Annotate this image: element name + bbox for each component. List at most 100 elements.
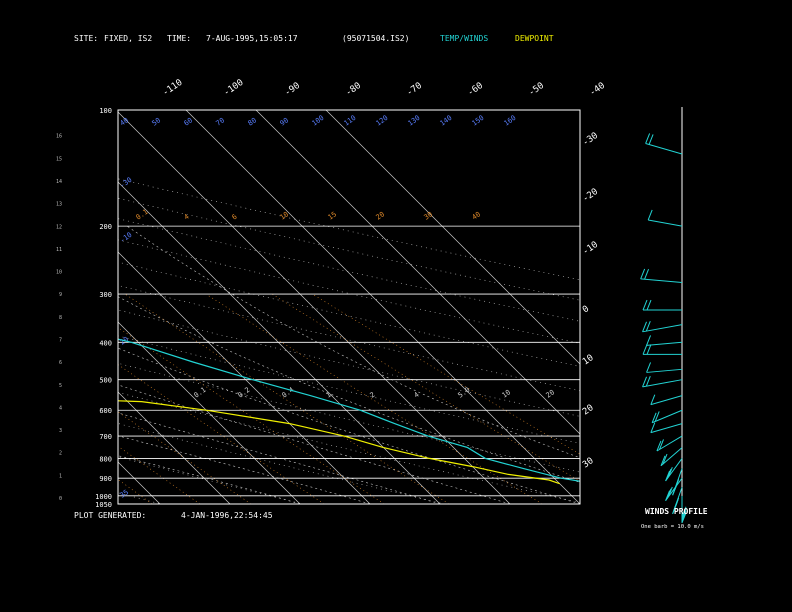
- height-tick-label: 9: [59, 292, 62, 298]
- isotherm-line: [255, 110, 580, 435]
- dry-adiabat-label: 160: [503, 114, 518, 128]
- mixing-ratio-label: 0.1: [193, 386, 208, 400]
- wet-adiabat-line: [118, 296, 580, 483]
- pressure-tick-label: 800: [99, 455, 112, 463]
- wind-barb-staff: [651, 409, 683, 424]
- isotherm-line: [0, 110, 20, 504]
- pressure-tick-label: 400: [99, 339, 112, 347]
- wind-barbs: [640, 133, 687, 524]
- time-value: 7-AUG-1995,15:05:17: [206, 34, 298, 43]
- top-temp-label: -80: [344, 81, 363, 99]
- diagram-grid: [0, 110, 580, 504]
- dry-adiabat-line: [118, 335, 580, 444]
- time-label: TIME:: [167, 34, 191, 43]
- height-tick-label: 11: [56, 247, 62, 253]
- wet-adiabat-line: [118, 384, 511, 504]
- pressure-tick-label: 200: [99, 223, 112, 231]
- wind-barb-staff: [650, 423, 683, 434]
- legend-temp: TEMP/WINDS: [440, 34, 488, 43]
- mixing-ratio-line: [118, 327, 385, 504]
- mixing-ratio-label: 15: [327, 210, 339, 221]
- temperature-trace: [118, 338, 580, 482]
- site-label: SITE:: [74, 34, 98, 43]
- dry-adiabat-line: [118, 261, 580, 367]
- dry-adiabat-line: [118, 423, 445, 504]
- height-tick-label: 2: [59, 451, 62, 457]
- wet-adiabat-line: [118, 347, 580, 504]
- wind-barb-flag: [645, 320, 651, 332]
- mixing-ratio-line: [118, 445, 201, 504]
- wind-barb-staff: [650, 395, 683, 406]
- mixing-ratio-label: 40: [471, 210, 483, 221]
- mixing-ratio-line: [118, 364, 325, 504]
- height-tick-label: 12: [56, 224, 62, 230]
- height-tick-label: 0: [59, 496, 62, 502]
- dry-adiabat-line: [118, 198, 580, 301]
- wet-adiabat-label: -10: [119, 231, 134, 245]
- dry-adiabat-label: 130: [407, 114, 422, 128]
- top-temp-label: -50: [527, 81, 546, 99]
- wind-barb-staff: [648, 219, 683, 227]
- wind-profile-title: WINDS PROFILE: [645, 507, 708, 516]
- sounding-traces: [118, 338, 580, 485]
- pressure-tick-label: 900: [99, 475, 112, 483]
- height-tick-label: 6: [59, 360, 62, 366]
- dry-adiabat-label: 70: [215, 116, 227, 127]
- wet-adiabat-label: 35: [119, 488, 131, 499]
- top-temp-label: -100: [222, 78, 246, 99]
- mixing-ratio-label: 0.1: [135, 208, 150, 222]
- mixing-ratio-label: 5.0: [457, 386, 472, 400]
- pressure-tick-label: 500: [99, 377, 112, 385]
- top-temp-label: -110: [161, 78, 185, 99]
- dry-adiabat-line: [118, 285, 580, 392]
- right-temp-label: 30: [581, 456, 596, 470]
- wind-barb-staff: [645, 142, 683, 155]
- height-tick-label: 8: [59, 315, 62, 321]
- wind-profile-note: One barb = 10.0 m/s: [641, 524, 704, 530]
- top-temp-label: -90: [283, 81, 302, 99]
- wind-barb-flag: [645, 375, 651, 387]
- height-tick-label: 16: [56, 134, 62, 140]
- right-temp-label: 20: [581, 403, 596, 417]
- right-temp-label: -30: [581, 131, 600, 149]
- dry-adiabat-line: [118, 492, 161, 504]
- wind-barb-flag: [646, 335, 652, 346]
- wind-barb-flag: [642, 299, 648, 311]
- wind-barb-flag: [640, 268, 646, 280]
- isotherm-line: [185, 110, 580, 504]
- height-tick-label: 4: [59, 405, 62, 411]
- top-temp-label: -70: [405, 81, 424, 99]
- site-value: FIXED, IS2: [104, 34, 152, 43]
- mixing-ratio-line: [312, 293, 580, 455]
- top-temp-label: -40: [588, 81, 607, 99]
- axis-labels: 1002003004005006007008009001000105001234…: [56, 78, 607, 509]
- dry-adiabat-label: 120: [375, 114, 390, 128]
- isobars: [118, 225, 580, 497]
- wind-barb-flag: [646, 299, 652, 311]
- wind-barb-staff: [646, 341, 683, 346]
- height-tick-label: 7: [59, 338, 62, 344]
- isotherm-line: [118, 461, 161, 504]
- dry-adiabat-label: 150: [471, 114, 486, 128]
- wind-barb-flag: [642, 376, 647, 388]
- pressure-tick-label: 1000: [95, 493, 112, 501]
- dry-adiabat-line: [118, 239, 580, 344]
- isotherm-line: [118, 391, 231, 504]
- isotherm-line: [118, 321, 301, 504]
- generated-value: 4-JAN-1996,22:54:45: [181, 511, 273, 520]
- height-tick-label: 14: [56, 179, 62, 185]
- dry-adiabat-label: 60: [183, 116, 195, 127]
- height-tick-label: 13: [56, 202, 62, 208]
- mixing-ratio-label: 4: [413, 391, 421, 400]
- dry-adiabat-line: [118, 456, 303, 504]
- isotherm-line: [118, 111, 511, 504]
- pressure-tick-label: 600: [99, 407, 112, 415]
- legend-dewpoint: DEWPOINT: [515, 34, 554, 43]
- dry-adiabat-label: 80: [247, 116, 259, 127]
- wind-barb-staff: [646, 368, 683, 373]
- plot-frame: [117, 109, 581, 505]
- height-tick-label: 3: [59, 428, 62, 434]
- dry-adiabat-label: 50: [151, 116, 163, 127]
- skewt-chart: SITE: FIXED, IS2 TIME: 7-AUG-1995,15:05:…: [0, 34, 708, 530]
- right-temp-label: -10: [581, 240, 600, 258]
